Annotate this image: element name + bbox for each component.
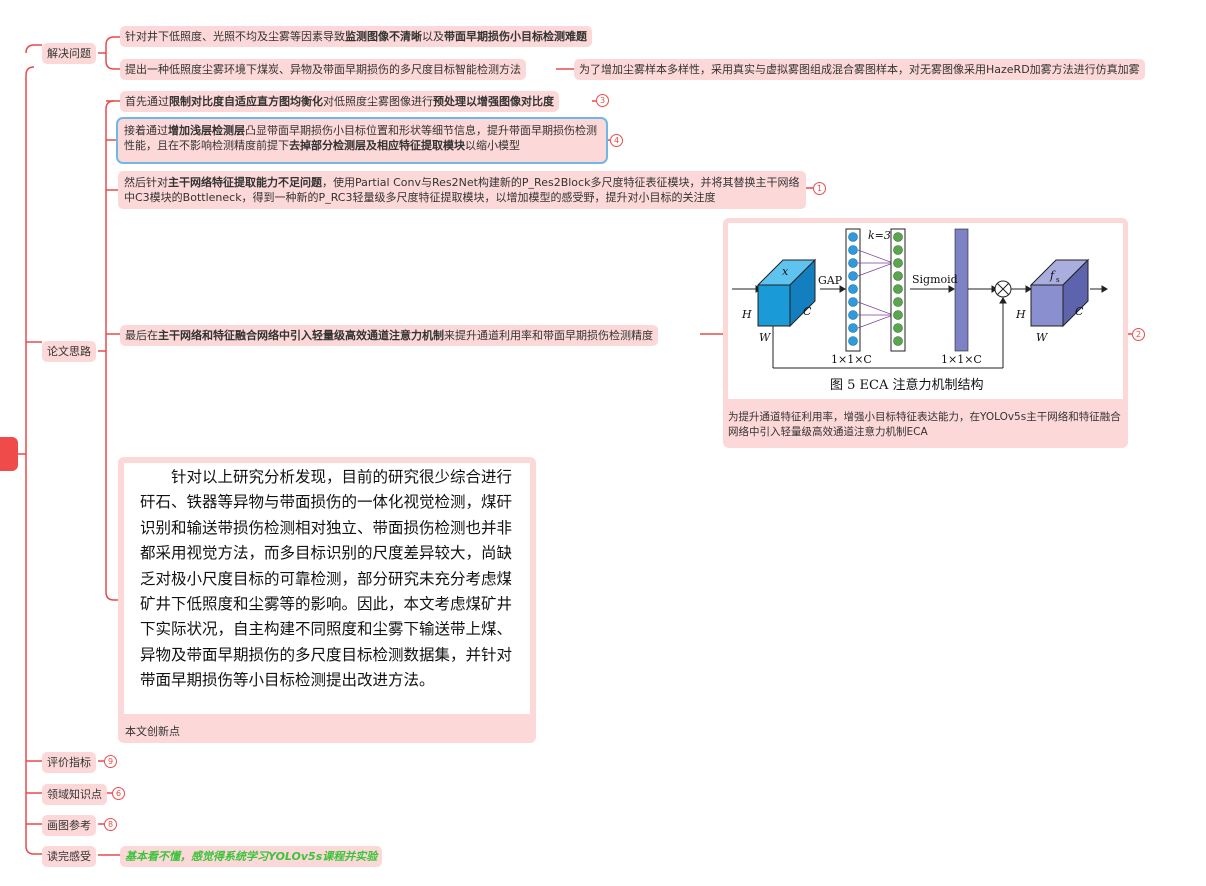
idea-step-detection-layer[interactable]: 接着通过增加浅层检测层凸显带面早期损伤小目标位置和形状等细节信息，提升带面早期损… [116,117,608,164]
figure-caption: 图 5 ECA 注意力机制结构 [830,377,984,393]
figure-label-c: C [803,305,812,318]
figure-label-sigmoid: Sigmoid [912,273,958,286]
figure-label-vec2: 1×1×C [941,353,982,366]
figure-label-h: H [741,308,752,321]
idea-step-backbone-module[interactable]: 然后针对主干网络特征提取能力不足问题，使用Partial Conv与Res2Ne… [118,171,806,209]
mindmap-root-node[interactable] [0,437,18,471]
topic-number-badge[interactable]: 4 [610,134,623,147]
solve-method-detail-node[interactable]: 为了增加尘雾样本多样性，采用真实与虚拟雾图组成混合雾图样本，对无雾图像采用Haz… [574,59,1145,80]
figure-label-x: x [782,265,789,278]
figure-label-h-out: H [1015,308,1026,321]
topic-paper-idea[interactable]: 论文思路 [42,341,96,362]
topic-domain-knowledge[interactable]: 领域知识点 [42,784,107,805]
topic-number-badge[interactable]: 3 [596,94,609,107]
innovation-text-image: 针对以上研究分析发现，目前的研究很少综合进行矸石、铁器等异物与带面损伤的一体化视… [124,463,530,714]
topic-reading-feeling[interactable]: 读完感受 [42,846,96,867]
idea-step-attention[interactable]: 最后在主干网络和特征融合网络中引入轻量级高效通道注意力机制来提升通道利用率和带面… [120,325,658,346]
innovation-label: 本文创新点 [125,725,180,738]
eca-figure-node[interactable]: x GAP k=3 Sigmoid H W C H W C f s 1×1×C … [723,218,1128,448]
solve-problem-statement[interactable]: 针对井下低照度、光照不均及尘雾等因素导致监测图像不清晰以及带面早期损伤小目标检测… [120,26,592,47]
innovation-node[interactable]: 针对以上研究分析发现，目前的研究很少综合进行矸石、铁器等异物与带面损伤的一体化视… [118,457,536,743]
eca-structure-figure: x GAP k=3 Sigmoid H W C H W C f s 1×1×C … [728,223,1123,399]
figure-label-c-out: C [1075,305,1084,318]
solve-method-node[interactable]: 提出一种低照度尘雾环境下煤炭、异物及带面早期损伤的多尺度目标智能检测方法 [120,59,526,80]
figure-label-gap: GAP [818,274,843,287]
feeling-note[interactable]: 基本看不懂，感觉得系统学习YOLOv5s课程并实验 [120,846,383,867]
figure-label-w-out: W [1036,331,1049,344]
eca-diagram: x GAP k=3 Sigmoid H W C H W C f s 1×1×C … [732,228,1108,393]
idea-step-preprocess[interactable]: 首先通过限制对比度自适应直方图均衡化对低照度尘雾图像进行预处理以增强图像对比度 [120,91,559,112]
topic-solve-problem[interactable]: 解决问题 [42,43,96,64]
figure-label-w: W [759,331,772,344]
figure-label-vec1: 1×1×C [831,353,872,366]
figure-label-fout-sub: s [1056,276,1060,284]
topic-number-badge[interactable]: 8 [104,818,117,831]
topic-number-badge[interactable]: 6 [112,787,125,800]
figure-label-k: k=3 [868,229,891,242]
topic-metrics[interactable]: 评价指标 [42,752,96,773]
topic-number-badge[interactable]: 1 [813,182,826,195]
topic-drawing-reference[interactable]: 画图参考 [42,815,96,836]
figure-note: 为提升通道特征利用率，增强小目标特征表达能力，在YOLOv5s主干网络和特征融合… [728,411,1121,438]
topic-number-badge[interactable]: 2 [1132,328,1145,341]
topic-number-badge[interactable]: 9 [104,755,117,768]
